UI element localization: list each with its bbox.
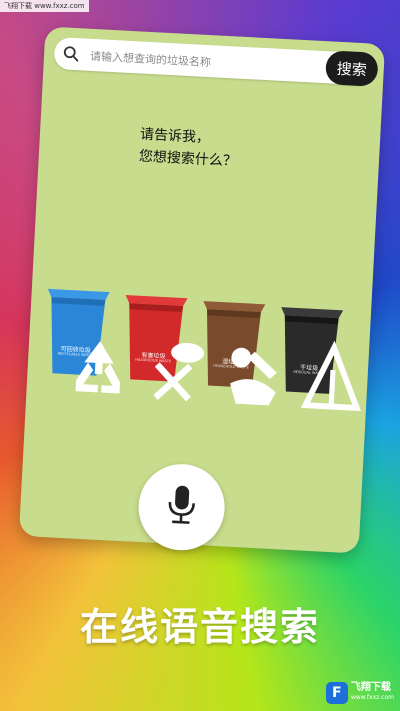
bin-recyclable: 可回收垃圾 RECYCLABLE WASTE (41, 285, 121, 394)
bin-hazardous: 有害垃圾 HAZARDOUS WASTE (119, 291, 205, 402)
promo-banner-title: 在线语音搜索 (79, 605, 320, 649)
search-button[interactable]: 搜索 (324, 50, 379, 87)
bin-household: 湿垃圾 HOUSEHOLD WASTE (197, 297, 277, 406)
food-waste-icon (222, 328, 277, 406)
microphone-icon (163, 482, 199, 532)
site-watermark: F 飞翔下载 www.fxxz.com (325, 681, 394, 705)
trash-bin-row: 可回收垃圾 RECYCLABLE WASTE 有害垃圾 HAZARDOUS WA… (40, 285, 365, 412)
search-icon (62, 44, 81, 63)
watermark-name: 飞翔下载 (350, 682, 391, 693)
search-input[interactable] (87, 38, 293, 84)
voice-search-button[interactable] (136, 462, 227, 553)
voice-prompt: 请告诉我， 您想搜索什么？ (138, 124, 300, 176)
main-panel: 搜索 请告诉我， 您想搜索什么？ (18, 26, 386, 554)
hazard-icon (145, 322, 205, 402)
recycle-icon (67, 320, 121, 394)
search-bar[interactable]: 搜索 (53, 36, 379, 87)
residual-icon (300, 334, 362, 412)
source-url-badge: 飞翔下载 www.fxxz.com (0, 0, 89, 12)
watermark-url: www.fxxz.com (350, 694, 394, 701)
app-screen-card: 搜索 请告诉我， 您想搜索什么？ (18, 26, 386, 554)
watermark-logo-icon: F (325, 682, 348, 704)
bin-residual: 干垃圾 RESIDUAL WASTE (275, 303, 362, 412)
